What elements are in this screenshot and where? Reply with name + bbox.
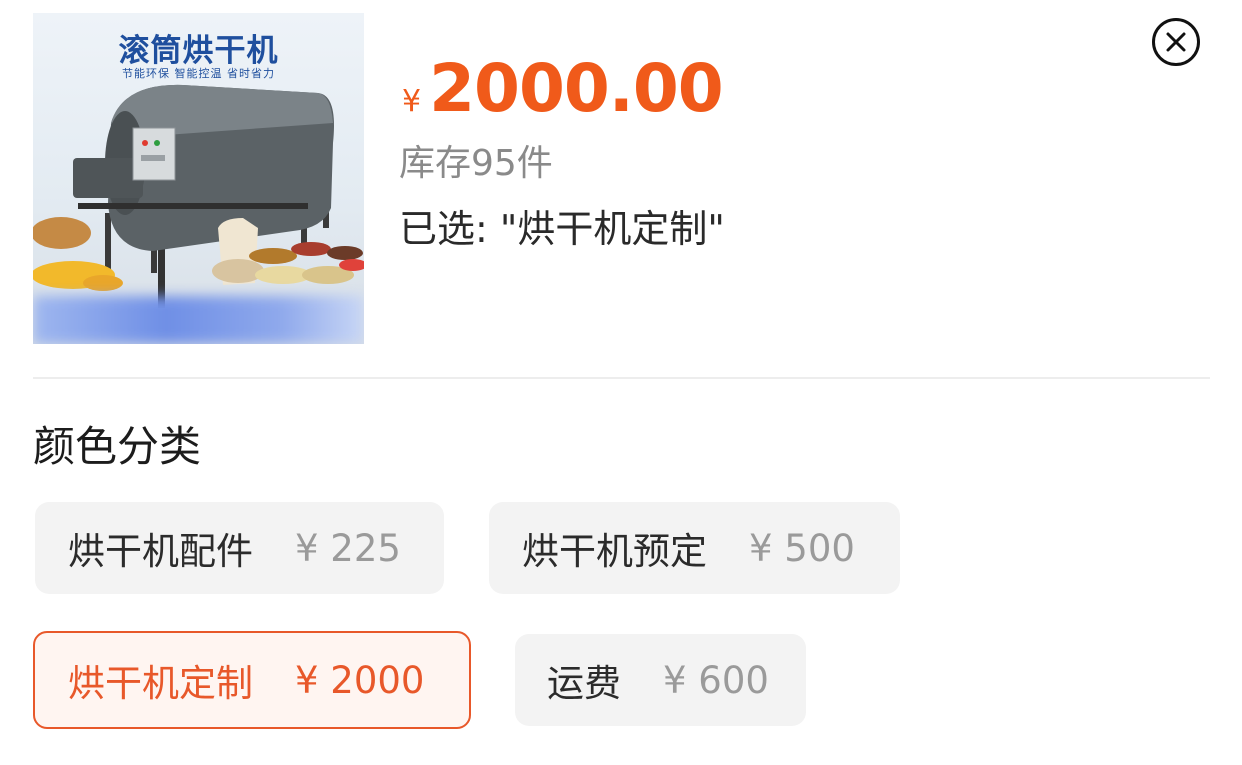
option-accessories[interactable]: 烘干机配件 ¥ 225 [35, 502, 444, 594]
option-reservation[interactable]: 烘干机预定 ¥ 500 [489, 502, 900, 594]
close-icon [1166, 32, 1186, 52]
selected-variant: 已选: "烘干机定制" [399, 207, 725, 251]
price-value: 2000.00 [429, 50, 724, 127]
option-name: 运费 [547, 662, 621, 705]
price: ¥ 2000.00 [402, 50, 724, 127]
divider [33, 377, 1210, 379]
close-button[interactable] [1152, 18, 1200, 66]
option-price: ¥ 225 [295, 526, 401, 570]
currency-symbol: ¥ [402, 84, 422, 119]
option-price: ¥ 500 [749, 526, 855, 570]
option-price: ¥ 2000 [295, 658, 425, 702]
drum-dryer-illustration [33, 84, 364, 308]
product-image: 滚筒烘干机 节能环保 智能控温 省时省力 [33, 13, 364, 344]
option-name: 烘干机预定 [522, 530, 707, 573]
option-shipping[interactable]: 运费 ¥ 600 [515, 634, 806, 726]
option-name: 烘干机定制 [68, 662, 253, 705]
section-title: 颜色分类 [33, 422, 202, 471]
option-price: ¥ 600 [663, 658, 769, 702]
option-name: 烘干机配件 [68, 530, 253, 573]
stock-count: 库存95件 [399, 143, 553, 184]
blurred-watermark [33, 296, 364, 344]
option-custom[interactable]: 烘干机定制 ¥ 2000 [33, 631, 471, 729]
